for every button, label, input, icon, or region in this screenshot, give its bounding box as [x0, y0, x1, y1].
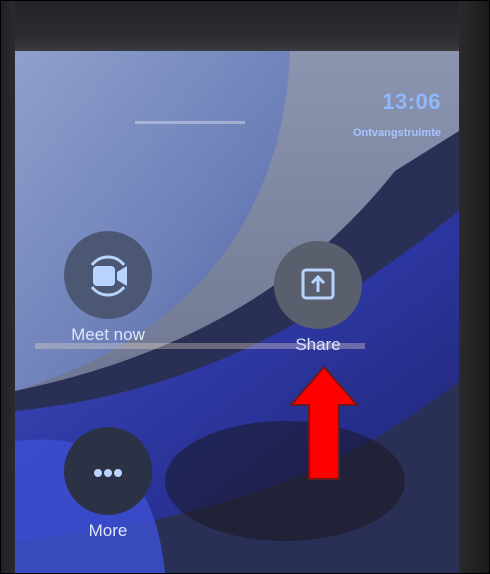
more-label: More	[88, 521, 128, 540]
more-dots-icon	[94, 469, 122, 477]
meet-now-button[interactable]: Meet now	[63, 231, 153, 345]
red-arrow-up-icon	[289, 365, 359, 480]
clock-time: 13:06	[382, 89, 441, 114]
device-bezel-top	[1, 1, 489, 51]
share-button[interactable]: Share	[273, 241, 363, 355]
meet-now-circle[interactable]	[64, 231, 152, 319]
touch-panel-screen: 13:06 Ontvangstruimte Meet now Share Mor…	[15, 51, 459, 573]
more-button[interactable]: More	[63, 427, 153, 541]
more-circle[interactable]	[64, 427, 152, 515]
photo-frame: 13:06 Ontvangstruimte Meet now Share Mor…	[0, 0, 490, 574]
share-label: Share	[295, 335, 341, 354]
video-camera-icon	[90, 255, 127, 297]
room-name: Ontvangstruimte	[352, 127, 441, 139]
device-bezel-left	[1, 1, 15, 573]
meet-now-label: Meet now	[71, 325, 145, 344]
device-bezel-right	[459, 1, 489, 573]
share-screen-icon	[301, 268, 335, 300]
share-circle[interactable]	[274, 241, 362, 329]
